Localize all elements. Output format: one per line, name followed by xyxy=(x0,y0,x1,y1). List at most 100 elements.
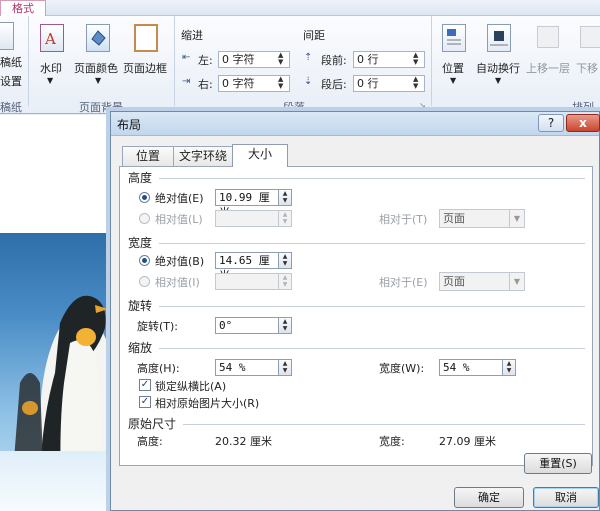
height-relative-to-label: 相对于(T) xyxy=(379,213,428,226)
width-relative-label: 相对值(I) xyxy=(155,276,200,289)
chevron-down-icon: ▼ xyxy=(509,210,524,227)
scale-width-spinner[interactable]: ▲ ▼ xyxy=(502,359,516,376)
ok-button[interactable]: 确定 xyxy=(454,487,524,508)
manuscript-group-label: 稿纸 xyxy=(0,101,22,114)
tab-size[interactable]: 大小 xyxy=(232,144,288,167)
paint-bucket-glyph xyxy=(91,30,106,46)
cancel-button[interactable]: 取消 xyxy=(533,487,599,508)
scale-height-input[interactable]: 54 % xyxy=(215,359,279,376)
watermark-icon: A xyxy=(40,24,64,52)
spacing-before-input[interactable]: 0 行 ▲ ▼ xyxy=(353,51,425,68)
spacing-before-label: 段前: xyxy=(321,54,347,67)
relative-original-checkbox[interactable]: ✓ xyxy=(139,396,151,408)
scale-width-label: 宽度(W): xyxy=(379,362,425,375)
close-button[interactable]: x xyxy=(566,114,600,132)
scale-section-title: 缩放 xyxy=(128,341,153,355)
indent-title: 缩进 xyxy=(181,29,203,42)
wrap-glyph xyxy=(490,31,508,46)
width-section-title: 宽度 xyxy=(128,236,153,250)
spacing-after-input[interactable]: 0 行 ▲ ▼ xyxy=(353,75,425,92)
page-border-label: 页面边框 xyxy=(123,62,167,75)
paragraph-dialog-launcher-icon[interactable]: ↘ xyxy=(419,101,426,110)
ribbon: 稿纸 设置 稿纸 A 水印 ▼ 页面颜色 ▼ 页面边框 页面背景 缩进 ⇤ 左:… xyxy=(0,16,600,114)
width-absolute-input[interactable]: 14.65 厘米 xyxy=(215,252,279,282)
indent-left-input[interactable]: 0 字符 ▲ ▼ xyxy=(218,51,290,68)
width-absolute-radio[interactable] xyxy=(139,255,150,266)
chevron-down-icon: ▼ xyxy=(509,273,524,290)
separator xyxy=(431,16,432,106)
spacing-before-spinner[interactable]: ▲ ▼ xyxy=(413,52,423,67)
send-backward-label: 下移 xyxy=(576,62,598,75)
bring-forward-label: 上移一层 xyxy=(526,62,570,75)
manuscript-paper-icon[interactable] xyxy=(0,22,14,50)
dialog-title: 布局 xyxy=(117,118,142,132)
rotate-section-divider xyxy=(159,306,585,307)
rotate-label: 旋转(T): xyxy=(137,320,179,333)
lock-aspect-checkbox[interactable]: ✓ xyxy=(139,379,151,391)
layout-dialog: 布局 ? x 位置 文字环绕 大小 高度 绝对值(E) 10.99 厘米 ▲▼ … xyxy=(110,111,600,511)
page-color-icon xyxy=(86,24,110,52)
spacing-after-value: 0 行 xyxy=(357,77,379,90)
indent-left-spinner[interactable]: ▲ ▼ xyxy=(278,52,288,67)
tab-position[interactable]: 位置 xyxy=(122,146,174,166)
height-section-title: 高度 xyxy=(128,171,153,185)
height-relative-label: 相对值(L) xyxy=(155,213,203,226)
spacing-after-icon: ⇣ xyxy=(304,76,313,87)
spacing-after-label: 段后: xyxy=(321,78,347,91)
wrap-text-icon xyxy=(487,24,511,52)
scale-width-input[interactable]: 54 % xyxy=(439,359,503,376)
original-width-label: 宽度: xyxy=(379,435,405,448)
height-section-divider xyxy=(159,178,585,179)
ice-ground xyxy=(0,451,110,511)
separator xyxy=(174,16,175,106)
spacing-after-spinner[interactable]: ▲ ▼ xyxy=(413,76,423,91)
help-button[interactable]: ? xyxy=(538,114,564,132)
rotate-input[interactable]: 0° xyxy=(215,317,279,334)
indent-left-icon: ⇤ xyxy=(182,52,191,63)
rotate-spinner[interactable]: ▲ ▼ xyxy=(278,317,292,334)
width-relative-input[interactable] xyxy=(215,273,279,290)
height-relative-radio[interactable] xyxy=(139,213,150,224)
spacing-before-icon: ⇡ xyxy=(304,52,313,63)
indent-right-icon: ⇥ xyxy=(182,76,191,87)
tab-text-wrapping[interactable]: 文字环绕 xyxy=(173,146,233,166)
tab-format[interactable]: 格式 xyxy=(0,0,46,17)
scale-height-label: 高度(H): xyxy=(137,362,180,375)
indent-left-label: 左: xyxy=(198,54,213,67)
width-relative-radio[interactable] xyxy=(139,276,150,287)
width-relative-to-label: 相对于(E) xyxy=(379,276,428,289)
manuscript-settings-label: 设置 xyxy=(0,75,22,88)
height-absolute-spinner[interactable]: ▲ ▼ xyxy=(278,189,292,206)
scale-section-divider xyxy=(159,348,585,349)
wrap-text-label: 自动换行 xyxy=(476,62,520,75)
ribbon-tab-strip xyxy=(0,0,600,16)
original-height-value: 20.32 厘米 xyxy=(215,435,272,448)
reset-button[interactable]: 重置(S) xyxy=(524,453,592,474)
position-label: 位置 xyxy=(442,62,464,75)
position-glyph xyxy=(447,29,461,45)
width-relative-to-select[interactable]: 页面 ▼ xyxy=(439,272,525,291)
dialog-titlebar[interactable]: 布局 ? x xyxy=(111,112,600,136)
indent-right-input[interactable]: 0 字符 ▲ ▼ xyxy=(218,75,290,92)
spacing-before-value: 0 行 xyxy=(357,53,379,66)
width-absolute-spinner[interactable]: ▲ ▼ xyxy=(278,252,292,269)
width-relative-spinner[interactable]: ▲ ▼ xyxy=(278,273,292,290)
indent-left-value: 0 字符 xyxy=(222,53,255,66)
height-absolute-radio[interactable] xyxy=(139,192,150,203)
height-relative-to-select[interactable]: 页面 ▼ xyxy=(439,209,525,228)
height-relative-spinner[interactable]: ▲ ▼ xyxy=(278,210,292,227)
height-relative-input[interactable] xyxy=(215,210,279,227)
height-absolute-input[interactable]: 10.99 厘米 xyxy=(215,189,279,219)
position-dropdown-icon: ▼ xyxy=(450,76,457,85)
svg-text:A: A xyxy=(44,30,56,48)
watermark-dropdown-icon: ▼ xyxy=(47,76,54,85)
penguin-image[interactable] xyxy=(0,233,110,511)
scale-height-spinner[interactable]: ▲ ▼ xyxy=(278,359,292,376)
indent-right-spinner[interactable]: ▲ ▼ xyxy=(278,76,288,91)
page-color-dropdown-icon: ▼ xyxy=(95,76,102,85)
original-height-label: 高度: xyxy=(137,435,163,448)
wrap-text-dropdown-icon: ▼ xyxy=(495,76,502,85)
width-section-divider xyxy=(159,243,585,244)
original-size-section-divider xyxy=(183,424,585,425)
relative-original-label: 相对原始图片大小(R) xyxy=(155,397,260,410)
